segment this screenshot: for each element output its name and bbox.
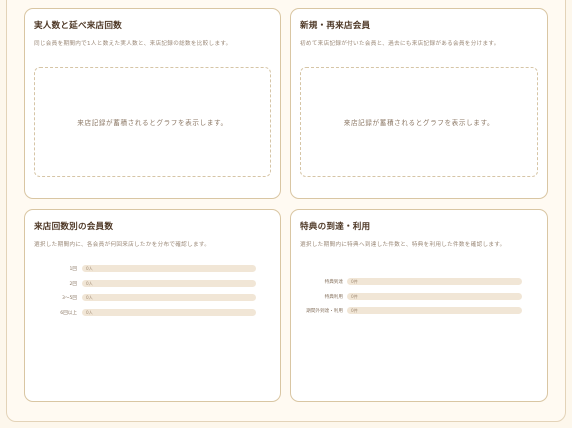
bar-value: 0件 [351,293,358,299]
card-title: 新規・再来店会員 [300,21,371,31]
card-title: 来店回数別の会員数 [34,222,114,232]
chart-placeholder: 来店記録が蓄積されるとグラフを表示します。 [34,67,271,177]
bar-track: 0件 [347,278,522,285]
bar-label: 1回 [69,267,77,272]
benefits-card: 特典の到達・利用 選択した期間内に特典へ到達した件数と、特典を利用した件数を確認… [290,209,548,402]
bar-value: 0人 [86,295,93,300]
bar-value: 0人 [86,280,93,286]
bar-label: 特典利用 [324,294,343,300]
bar-row: 3〜5回 0人 [25,294,280,309]
bar-row: 6回以上 0人 [25,308,280,324]
card-description: 同じ会員を期間内で1人と数えた実人数と、来店記録の総数を比較します。 [34,41,232,47]
bar-label: 期間外到達・利用 [306,309,343,314]
bar-row: 2回 0人 [25,279,280,295]
bar-value: 0人 [86,266,93,271]
new-returning-card: 新規・再来店会員 初めて来店記録が付いた会員と、過去にも来店記録がある会員を分け… [290,8,548,199]
visit-count-card: 来店回数別の会員数 選択した期間内に、各会員が何回来店したかを分布で確認します。… [24,209,281,402]
card-title: 特典の到達・利用 [300,222,371,232]
chart-placeholder: 来店記録が蓄積されるとグラフを表示します。 [300,67,538,177]
bar-value: 0人 [86,309,93,315]
bar-track: 0件 [347,307,522,314]
bar-track: 0人 [82,308,256,316]
bar-label: 6回以上 [60,310,77,316]
bar-track: 0人 [82,294,256,301]
bar-label: 3〜5回 [61,296,77,301]
bar-row: 期間外到達・利用 0件 [291,307,547,322]
bar-track: 0件 [347,292,522,300]
bar-label: 特典到達 [324,280,343,285]
bar-row: 特典利用 0件 [291,292,547,308]
bar-value: 0件 [351,279,358,284]
bar-track: 0人 [82,265,256,272]
bar-value: 0件 [351,308,358,313]
distribution-bars: 1回 0人 2回 0人 3〜5回 0人 6回以上 0人 [25,265,280,323]
bar-row: 特典到達 0件 [291,278,547,293]
card-description: 選択した期間内に特典へ到達した件数と、特典を利用した件数を確認します。 [300,242,506,248]
visits-card: 実人数と延べ来店回数 同じ会員を期間内で1人と数えた実人数と、来店記録の総数を比… [24,8,281,199]
card-description: 初めて来店記録が付いた会員と、過去にも来店記録がある会員を分けます。 [300,41,500,47]
bar-row: 1回 0人 [25,265,280,280]
bar-track: 0人 [82,279,256,287]
card-description: 選択した期間内に、各会員が何回来店したかを分布で確認します。 [34,242,211,248]
card-title: 実人数と延べ来店回数 [34,21,122,31]
bar-label: 2回 [69,281,77,287]
benefit-bars: 特典到達 0件 特典利用 0件 期間外到達・利用 0件 [291,278,547,322]
